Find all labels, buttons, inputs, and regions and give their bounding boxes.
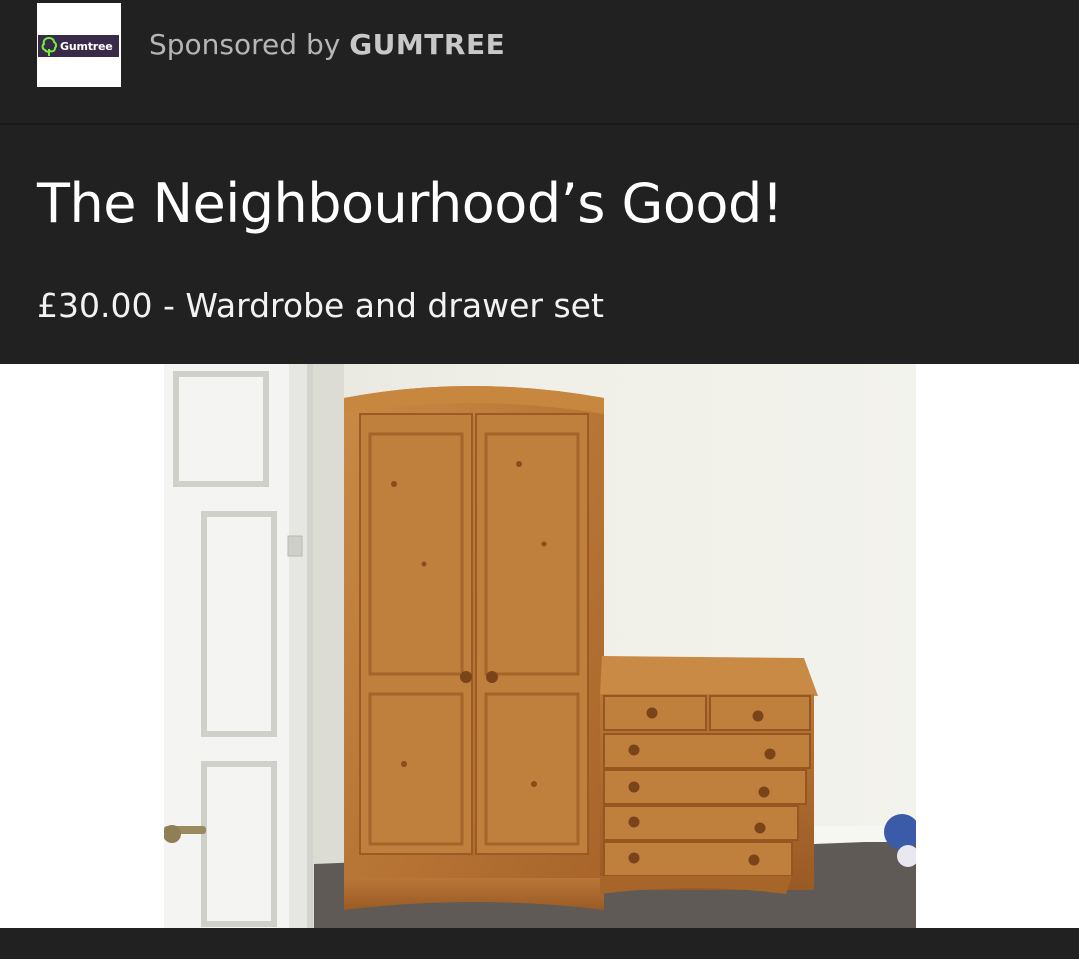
listing-photo[interactable] bbox=[164, 364, 916, 928]
listing-title[interactable]: £30.00 - Wardrobe and drawer set bbox=[37, 286, 604, 325]
gumtree-logo[interactable]: Gumtree bbox=[37, 3, 121, 87]
bottom-bar bbox=[0, 928, 1079, 959]
chest-of-drawers bbox=[600, 656, 818, 894]
sponsor-label[interactable]: Sponsored by GUMTREE bbox=[149, 28, 505, 61]
logo-text: Gumtree bbox=[60, 39, 113, 53]
logo-strip: Gumtree bbox=[38, 35, 119, 57]
sponsor-name: GUMTREE bbox=[349, 28, 506, 61]
ad-headline[interactable]: The Neighbourhood’s Good! bbox=[37, 172, 783, 235]
wardrobe bbox=[344, 386, 604, 910]
sponsored-by-text: Sponsored by bbox=[149, 28, 341, 61]
image-band bbox=[0, 364, 1079, 928]
sponsor-bar: Gumtree Sponsored by GUMTREE bbox=[0, 0, 1079, 125]
tree-icon bbox=[41, 36, 58, 56]
